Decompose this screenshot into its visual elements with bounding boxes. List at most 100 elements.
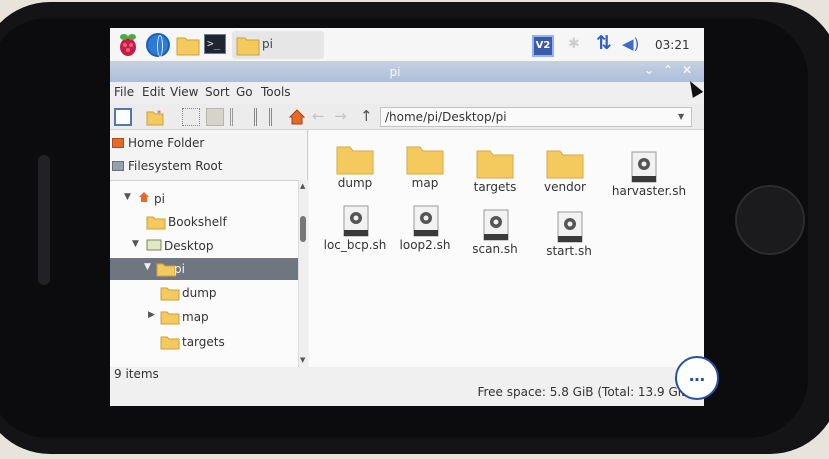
folder-icon — [546, 150, 584, 179]
folder-icon — [156, 263, 176, 277]
place-filesystem-root[interactable]: Filesystem Root — [110, 155, 308, 177]
back-arrow-icon[interactable]: ← — [312, 107, 325, 125]
folder-icon — [476, 150, 514, 179]
menu-view[interactable]: View — [170, 85, 198, 99]
free-space: Free space: 5.8 GiB (Total: 13.9 GiB) — [477, 385, 694, 399]
home-icon[interactable] — [288, 108, 306, 126]
disk-icon — [112, 161, 124, 171]
scroll-up-icon[interactable]: ▲ — [300, 182, 305, 190]
new-folder-icon[interactable]: * — [146, 108, 164, 126]
expander-icon[interactable]: ▼ — [132, 239, 139, 249]
file-name: harvaster.sh — [611, 184, 687, 198]
menu-tools[interactable]: Tools — [261, 85, 291, 99]
directory-tree: ▼ pi Bookshelf ▼ Desktop ▼ pi dump ▶ map… — [110, 180, 308, 367]
menu-sort[interactable]: Sort — [205, 85, 230, 99]
maximize-icon[interactable]: ⌃ — [663, 63, 673, 77]
menu-bar: File Edit View Sort Go Tools — [110, 82, 704, 104]
menu-go[interactable]: Go — [236, 85, 253, 99]
tree-item-bookshelf[interactable]: Bookshelf — [110, 211, 308, 233]
menu-file[interactable]: File — [114, 85, 134, 99]
window-title-bar[interactable]: pi ⌄ ⌃ ✕ — [110, 62, 704, 82]
tree-label: Desktop — [164, 239, 214, 253]
tree-item-desktop[interactable]: ▼ Desktop — [110, 235, 308, 257]
thumbnail-view-icon[interactable] — [206, 108, 224, 126]
new-window-icon[interactable] — [114, 108, 132, 126]
scroll-down-icon[interactable]: ▼ — [300, 356, 305, 364]
place-label: Filesystem Root — [128, 159, 223, 173]
minimize-icon[interactable]: ⌄ — [644, 63, 654, 77]
phone-speaker — [38, 155, 50, 285]
file-name: map — [411, 176, 439, 190]
folder-icon — [406, 146, 444, 175]
tree-scrollbar[interactable]: ▲ ▼ — [298, 180, 308, 367]
raspberry-menu-icon[interactable] — [116, 33, 140, 57]
file-name: vendor — [544, 180, 586, 194]
file-manager-icon[interactable] — [176, 33, 200, 57]
task-button-file-manager[interactable]: pi — [232, 31, 324, 59]
desktop-icon — [146, 239, 162, 251]
tree-label: targets — [182, 335, 225, 349]
task-button-label: pi — [262, 37, 273, 51]
clock[interactable]: 03:21 — [655, 38, 690, 52]
file-item-scan[interactable]: scan.sh — [455, 204, 535, 264]
menu-edit[interactable]: Edit — [142, 85, 165, 99]
place-home-folder[interactable]: Home Folder — [110, 132, 308, 154]
place-label: Home Folder — [128, 136, 205, 150]
icon-view-icon[interactable] — [182, 108, 200, 126]
script-gear-icon — [631, 151, 657, 183]
file-item-loop2[interactable]: loop2.sh — [385, 200, 465, 260]
tree-item-pi-selected[interactable]: ▼ pi — [110, 258, 308, 280]
file-item-vendor[interactable]: vendor — [525, 142, 605, 202]
side-pane: Home Folder Filesystem Root ▼ pi Bookshe… — [110, 130, 308, 367]
script-gear-icon — [413, 205, 439, 237]
tree-label: map — [182, 310, 209, 324]
folder-icon — [336, 146, 374, 175]
tree-item-dump[interactable]: dump — [110, 282, 308, 304]
file-item-harvaster[interactable]: harvaster.sh — [601, 146, 697, 206]
file-name: start.sh — [546, 244, 592, 258]
file-item-loc-bcp[interactable]: loc_bcp.sh — [315, 200, 395, 260]
expander-icon[interactable]: ▼ — [124, 192, 131, 202]
tree-item-map[interactable]: ▶ map — [110, 306, 308, 328]
list-view-icon[interactable] — [254, 108, 272, 126]
tree-label: Bookshelf — [168, 215, 227, 229]
file-name: loop2.sh — [399, 238, 451, 252]
taskbar: >_ pi V2 ✱ ⇅ ◀) 03:21 — [110, 28, 704, 62]
script-gear-icon — [483, 209, 509, 241]
compact-view-icon[interactable] — [230, 108, 248, 126]
web-browser-icon[interactable] — [146, 33, 170, 57]
path-input[interactable] — [380, 107, 692, 127]
file-item-targets[interactable]: targets — [455, 142, 535, 202]
up-arrow-icon[interactable]: ↑ — [360, 107, 373, 125]
folder-icon — [160, 336, 180, 350]
network-icon[interactable]: ⇅ — [596, 32, 612, 54]
screen: >_ pi V2 ✱ ⇅ ◀) 03:21 pi ⌄ ⌃ ✕ File Edit… — [110, 28, 704, 406]
toolbar: * ← → ↑ ▼ — [110, 104, 704, 130]
volume-icon[interactable]: ◀) — [622, 35, 639, 53]
folder-icon — [160, 311, 180, 325]
svg-text:*: * — [157, 109, 161, 118]
forward-arrow-icon[interactable]: → — [334, 107, 347, 125]
folder-icon — [146, 216, 166, 230]
folder-icon — [160, 287, 180, 301]
status-bar: 9 items Free space: 5.8 GiB (Total: 13.9… — [110, 367, 704, 406]
file-item-map[interactable]: map — [385, 138, 465, 198]
tree-item-pi[interactable]: ▼ pi — [110, 188, 308, 210]
file-name: dump — [337, 176, 373, 190]
expander-icon[interactable]: ▶ — [148, 310, 155, 320]
home-icon — [139, 192, 149, 202]
path-dropdown-icon[interactable]: ▼ — [678, 112, 684, 121]
vnc-icon[interactable]: V2 — [532, 35, 554, 57]
close-icon[interactable]: ✕ — [682, 63, 692, 77]
file-item-dump[interactable]: dump — [315, 138, 395, 198]
bluetooth-icon[interactable]: ✱ — [568, 36, 580, 52]
tree-item-targets[interactable]: targets — [110, 331, 308, 353]
scrollbar-thumb[interactable] — [300, 216, 306, 242]
more-options-button[interactable]: … — [675, 356, 719, 400]
expander-icon[interactable]: ▼ — [144, 262, 151, 272]
script-gear-icon — [557, 211, 583, 243]
home-icon — [112, 138, 124, 148]
terminal-icon[interactable]: >_ — [204, 34, 226, 54]
phone-home-button — [735, 185, 805, 255]
file-item-start[interactable]: start.sh — [529, 206, 609, 266]
